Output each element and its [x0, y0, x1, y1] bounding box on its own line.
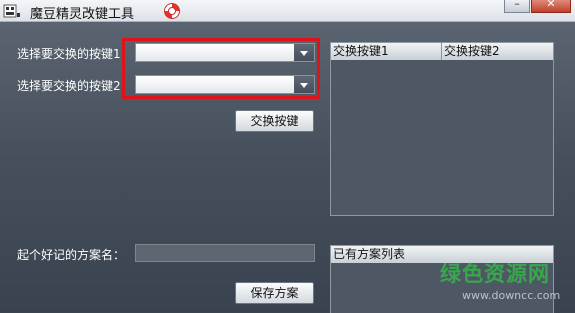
column-header-key2[interactable]: 交换按键2 [442, 43, 553, 60]
close-button[interactable]: ✕ [531, 0, 571, 13]
title-bar: 魔豆精灵改键工具 – ✕ [0, 0, 575, 22]
watermark-site-name: 绿色资源网 [440, 262, 550, 286]
minimize-button[interactable]: – [504, 0, 530, 13]
close-icon: ✕ [546, 0, 556, 10]
window-controls: – ✕ [504, 0, 571, 14]
swap-table-header: 交换按键1 交换按键2 [331, 43, 553, 60]
minimize-icon: – [514, 0, 520, 10]
scheme-name-label: 起个好记的方案名： [17, 248, 126, 262]
keyboard-icon [3, 4, 20, 18]
scheme-name-input[interactable] [135, 244, 315, 262]
swap-keys-button[interactable]: 交换按键 [235, 110, 314, 132]
app-window: 魔豆精灵改键工具 – ✕ 选择要交换的按键1 选择要交换的按键2 交换按键 交换… [0, 0, 575, 313]
column-header-key1[interactable]: 交换按键1 [331, 43, 442, 60]
swap-table[interactable]: 交换按键1 交换按键2 [330, 42, 554, 216]
highlight-box [122, 38, 320, 99]
save-scheme-button[interactable]: 保存方案 [235, 282, 314, 304]
watermark-url: www.downcc.com [462, 289, 561, 302]
window-title: 魔豆精灵改键工具 [30, 7, 135, 22]
lifebuoy-icon[interactable] [163, 2, 181, 20]
key1-label: 选择要交换的按键1 [17, 47, 121, 61]
key2-label: 选择要交换的按键2 [17, 79, 121, 93]
